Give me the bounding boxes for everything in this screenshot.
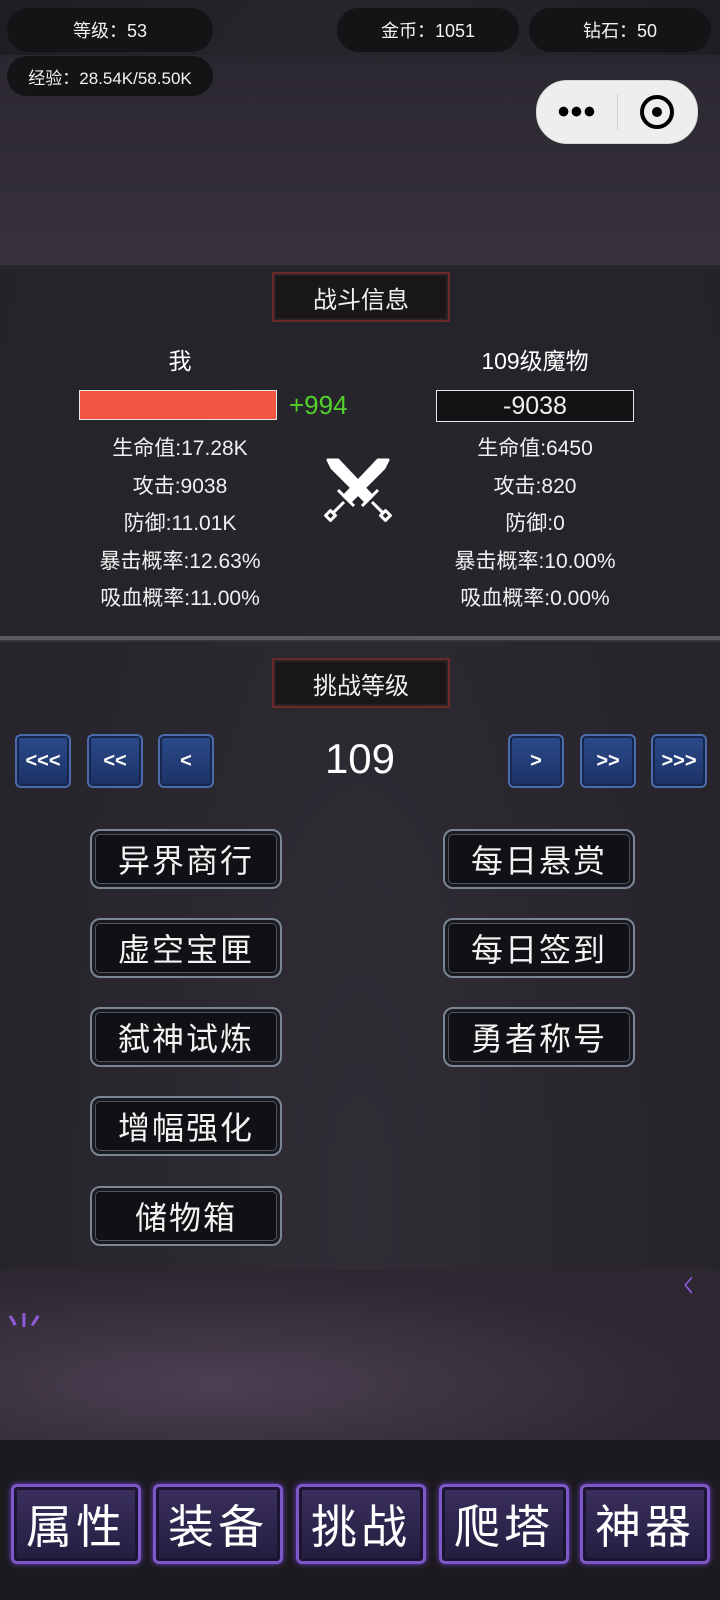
player-name: 我 (168, 348, 192, 374)
prev-level-button[interactable]: < (158, 734, 214, 788)
level-pill: 等级：53 (7, 8, 213, 52)
enemy-stat-lifesteal: 吸血概率:0.00% (460, 587, 610, 610)
tab-artifact[interactable]: 神器 (580, 1484, 710, 1564)
hero-title-button[interactable]: 勇者称号 (443, 1007, 635, 1067)
enhancement-button[interactable]: 增幅强化 (90, 1096, 282, 1156)
tab-equipment[interactable]: 装备 (153, 1484, 283, 1564)
enemy-stat-crit: 暴击概率:10.00% (454, 549, 616, 573)
diamond-pill: 钻石：50 (529, 8, 711, 52)
player-hp-change: +994 (289, 390, 348, 420)
gold-pill: 金币：1051 (337, 8, 519, 52)
daily-checkin-button[interactable]: 每日签到 (443, 918, 635, 978)
more-icon[interactable]: ••• (537, 95, 617, 129)
crossed-swords-icon (324, 458, 392, 522)
enemy-stat-hp: 生命值:6450 (477, 437, 593, 460)
tab-tower[interactable]: 爬塔 (439, 1484, 569, 1564)
first-level-button[interactable]: <<< (15, 734, 71, 788)
otherworld-shop-button[interactable]: 异界商行 (90, 829, 282, 889)
rune-decoration-icon: ᚲ (676, 1264, 700, 1308)
player-hp-fill (80, 391, 276, 419)
enemy-stat-attack: 攻击:820 (493, 474, 577, 498)
void-chest-button[interactable]: 虚空宝匣 (90, 918, 282, 978)
last-level-button[interactable]: >>> (651, 734, 707, 788)
challenge-level-number: 109 (324, 735, 396, 782)
enemy-hp-bar: -9038 (436, 390, 634, 422)
godslayer-trial-button[interactable]: 弑神试炼 (90, 1007, 282, 1067)
player-stat-hp: 生命值:17.28K (112, 437, 248, 460)
tab-challenge[interactable]: 挑战 (296, 1484, 426, 1564)
enemy-stats: 生命值:6450 攻击:820 防御:0 暴击概率:10.00% 吸血概率:0.… (390, 430, 680, 618)
scene-background (0, 1270, 720, 1460)
player-stat-crit: 暴击概率:12.63% (99, 549, 261, 573)
miniprogram-capsule: ••• (536, 80, 698, 144)
battle-info-title: 战斗信息 (272, 272, 450, 322)
daily-bounty-button[interactable]: 每日悬赏 (443, 829, 635, 889)
player-hp-bar (79, 390, 277, 420)
next10-level-button[interactable]: >> (580, 734, 636, 788)
enemy-stat-defense: 防御:0 (505, 512, 565, 535)
rune-decoration-icon: ⺌ (4, 1311, 44, 1355)
player-stats: 生命值:17.28K 攻击:9038 防御:11.01K 暴击概率:12.63%… (35, 430, 325, 618)
enemy-name: 109级魔物 (481, 348, 589, 374)
player-stat-lifesteal: 吸血概率:11.00% (100, 587, 260, 610)
player-column: 我 (35, 344, 325, 378)
player-stat-attack: 攻击:9038 (132, 474, 228, 498)
next-level-button[interactable]: > (508, 734, 564, 788)
enemy-column: 109级魔物 (390, 344, 680, 378)
close-miniprogram-icon[interactable] (618, 95, 696, 129)
storage-box-button[interactable]: 储物箱 (90, 1186, 282, 1246)
tab-attributes[interactable]: 属性 (11, 1484, 141, 1564)
challenge-level-title: 挑战等级 (272, 658, 450, 708)
prev10-level-button[interactable]: << (87, 734, 143, 788)
player-stat-defense: 防御:11.01K (123, 512, 237, 535)
exp-pill: 经验：28.54K/58.50K (7, 56, 213, 96)
